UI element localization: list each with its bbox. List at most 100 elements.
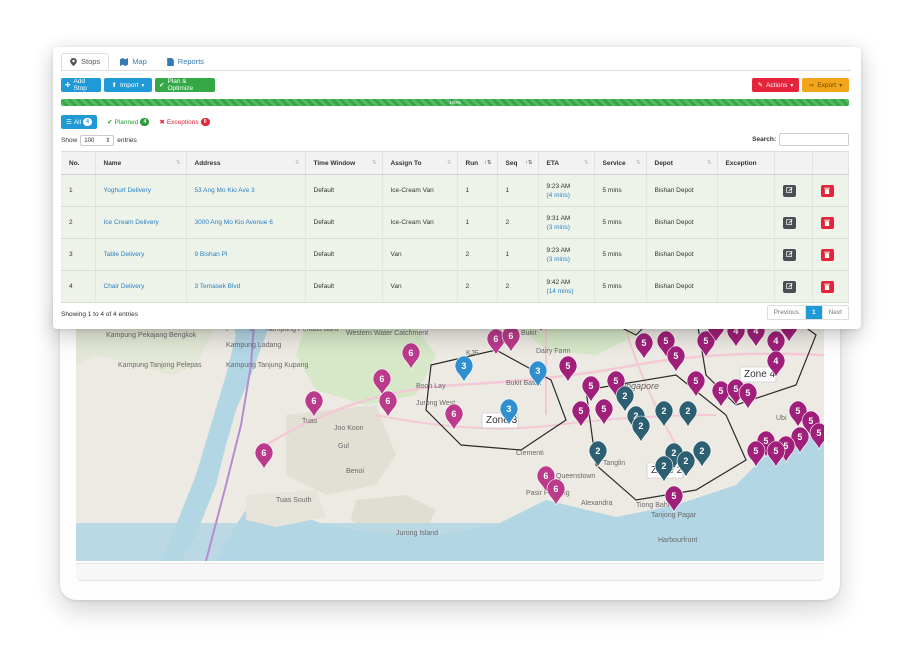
add-stop-button[interactable]: ✚ Add Stop [61,78,101,92]
cell-address[interactable]: 53 Ang Mo Kio Ave 3 [186,174,306,207]
map-view[interactable]: Desa Paya MengkuangKampung Pekajang Beng… [76,295,824,561]
sort-icon: ⇅ [706,160,712,166]
tab-stops[interactable]: Stops [61,53,110,70]
filter-bar: ☰ All 4 ✔ Planned 4 ✖ Exceptions 0 [61,115,210,129]
sort-asc-icon: ↑⇅ [484,160,492,166]
export-button[interactable]: ⇨ Export ▾ [802,78,849,92]
col-exception[interactable]: Exception [717,151,775,175]
col-run[interactable]: Run ↑⇅ [457,151,498,175]
cell-name[interactable]: Ice Cream Delivery [95,206,187,239]
col-assign-to-label: Assign To [390,159,422,167]
map-pin-number: 5 [733,384,738,394]
map-place-label: Tuas [302,418,318,425]
col-run-label: Run [465,159,479,167]
col-service[interactable]: Service ⇅ [594,151,647,175]
col-eta[interactable]: ETA ⇅ [538,151,595,175]
trash-icon [824,251,830,258]
cell-seq: 1 [497,174,539,207]
cell-name[interactable]: Table Delivery [95,238,187,271]
cell-name[interactable]: Yoghurt Delivery [95,174,187,207]
map-place-label: Kampung Pekajang Bengkok [106,332,197,339]
actions-button[interactable]: ✎ Actions ▾ [752,78,799,92]
map-pin-number: 2 [671,448,676,458]
map-pin-number: 6 [543,471,548,481]
cell-address-text: 3 Temasek Blvd [194,283,241,290]
sort-updown-icon: ⇕ [105,138,111,144]
map-pin-number: 2 [685,406,690,416]
cell-run-text: 2 [465,283,470,290]
eta-duration: (3 mins) [546,255,570,263]
edit-button[interactable] [782,216,796,229]
edit-button[interactable] [782,184,796,197]
map-pin-number: 3 [535,366,540,376]
delete-button[interactable] [820,216,834,229]
cell-depot-text: Bishan Depot [654,283,694,290]
edit-button[interactable] [782,280,796,293]
cell-assign-to: Van [382,270,458,303]
edit-icon [785,283,793,289]
cell-depot-text: Bishan Depot [654,187,694,194]
tab-divider [61,70,851,71]
cell-service-text: 5 mins [602,283,622,290]
col-delete [812,151,849,175]
edit-icon [785,187,793,193]
delete-button[interactable] [820,184,834,197]
filter-exceptions-button[interactable]: ✖ Exceptions 0 [159,115,210,129]
cell-name-text: Yoghurt Delivery [103,187,151,194]
map-pin-number: 2 [661,461,666,471]
table-row[interactable]: 1 Yoghurt Delivery 53 Ang Mo Kio Ave 3 Defa… [61,174,849,207]
cell-seq-text: 2 [505,283,510,290]
plan-optimize-button[interactable]: ✔ Plan & Optimize [155,78,215,92]
map-pin[interactable]: 5 [809,422,824,450]
filter-all-button[interactable]: ☰ All 4 [61,115,98,129]
map-pin-number: 5 [641,338,646,348]
col-no[interactable]: No. [61,151,96,175]
cell-address[interactable]: 9 Bishan Pl [186,238,306,271]
current-page-button[interactable]: 1 [805,306,822,319]
map-pin-number: 5 [773,446,778,456]
cell-assign-to: Van [382,238,458,271]
table-row[interactable]: 2 Ice Cream Delivery 3000 Ang Mo Kio Avenu… [61,206,849,239]
col-address[interactable]: Address ⇅ [186,151,306,175]
export-icon: ⇨ [808,82,815,89]
table-row[interactable]: 4 Chair Delivery 3 Temasek Blvd Default Van 2… [61,270,849,303]
tab-stops-label: Stops [81,57,101,66]
prev-page-button[interactable]: Previous [767,306,805,319]
map-pin[interactable]: 5 [766,440,786,468]
map-pin-number: 5 [588,381,593,391]
delete-button[interactable] [820,280,834,293]
table-row[interactable]: 3 Table Delivery 9 Bishan Pl Default Van 2 1 9:… [61,238,849,271]
delete-button[interactable] [820,248,834,261]
map-pin-number: 6 [408,348,413,358]
map-pin-number: 5 [763,436,768,446]
col-seq-label: Seq [505,159,518,167]
cell-address[interactable]: 3000 Ang Mo Kio Avenue 6 [186,206,306,239]
filter-planned-button[interactable]: ✔ Planned 4 [107,115,150,129]
cell-address-text: 9 Bishan Pl [194,251,228,258]
map-place-label: Kampung Tanjung Kupang [226,362,308,369]
cell-no: 2 [61,206,96,239]
trash-icon [824,219,830,226]
next-page-button[interactable]: Next [821,306,848,319]
filter-all-count: 4 [83,118,93,126]
col-time-window[interactable]: Time Window ⇅ [305,151,383,175]
cell-depot: Bishan Depot [646,174,718,207]
cell-eta-text: 9:31 AM [546,214,571,222]
cell-address[interactable]: 3 Temasek Blvd [186,270,306,303]
map-pin-number: 4 [773,336,778,346]
cell-depot: Bishan Depot [646,270,718,303]
tab-reports[interactable]: Reports [158,53,213,70]
cell-no: 1 [61,174,96,207]
map-canvas[interactable]: Desa Paya MengkuangKampung Pekajang Beng… [76,295,824,561]
edit-button[interactable] [782,248,796,261]
page-length-select[interactable]: 100 ⇕ [80,135,115,146]
trash-icon [824,187,830,194]
cell-name[interactable]: Chair Delivery [95,270,187,303]
col-name[interactable]: Name ⇅ [95,151,187,175]
tab-map[interactable]: Map [111,53,156,70]
search-input[interactable] [779,133,849,146]
import-button[interactable]: ⬆ Import ▾ [104,78,152,92]
col-seq[interactable]: Seq ↑⇅ [497,151,539,175]
col-depot[interactable]: Depot ⇅ [646,151,718,175]
col-assign-to[interactable]: Assign To ⇅ [382,151,458,175]
